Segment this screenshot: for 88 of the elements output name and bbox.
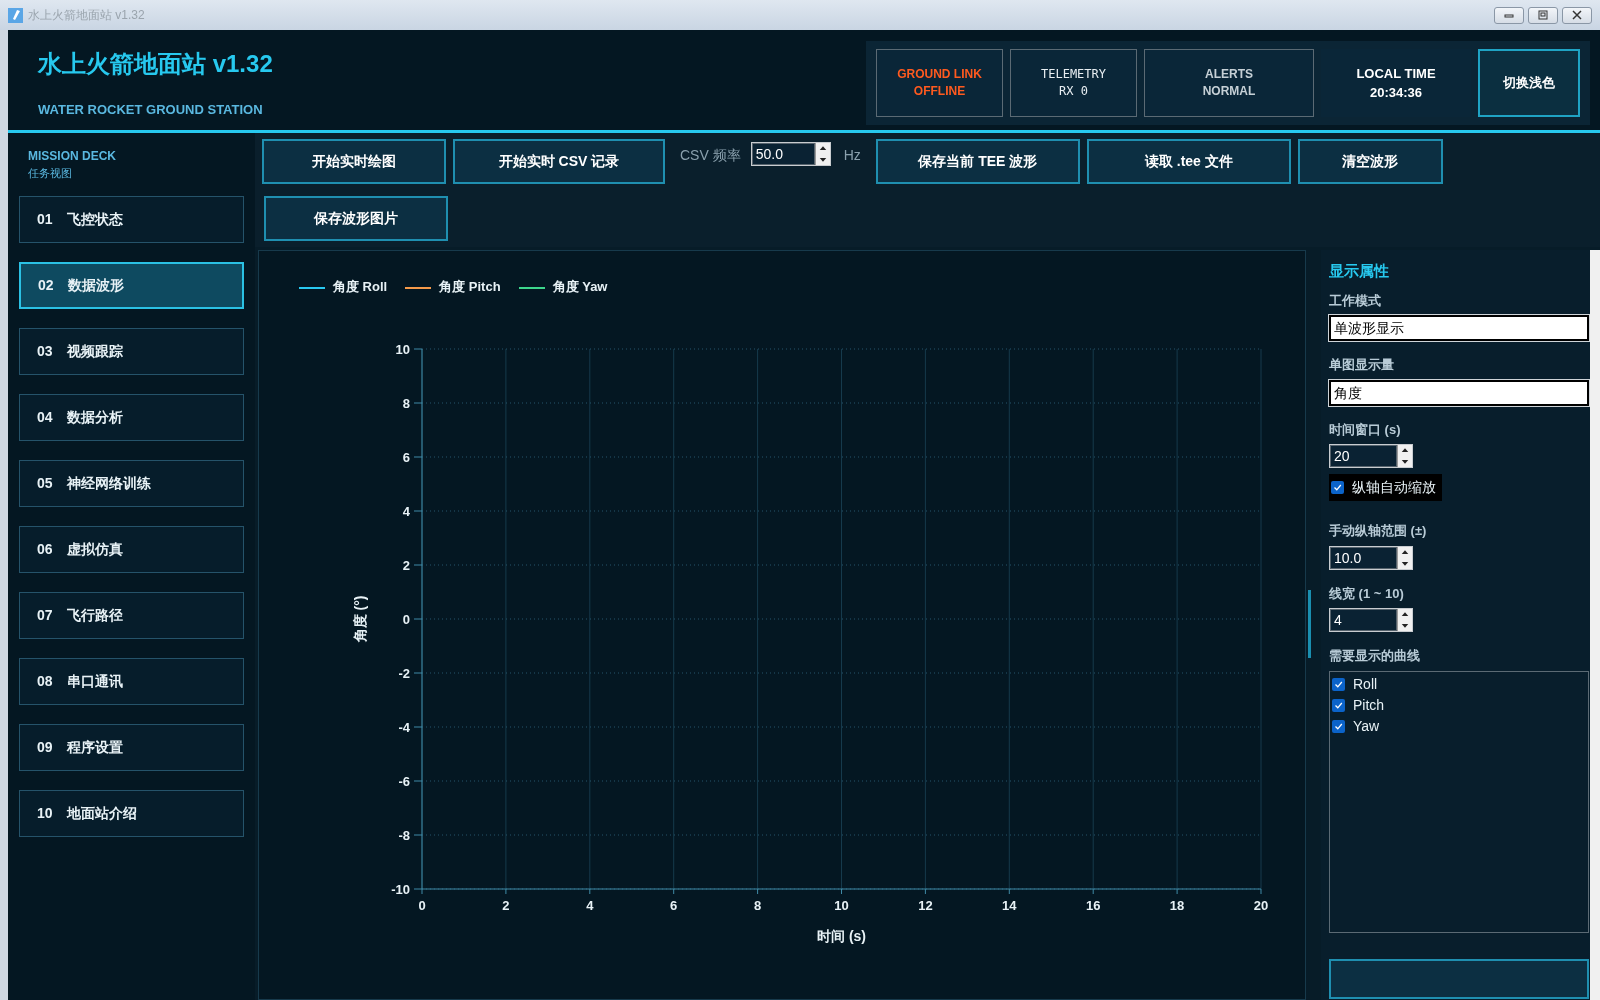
legend-label: 角度 Roll — [333, 279, 388, 294]
spin-field[interactable]: 10.0 — [1329, 545, 1413, 570]
maximize-icon — [1538, 10, 1548, 20]
status-label: GROUND LINK — [897, 66, 982, 83]
status-value: OFFLINE — [913, 83, 966, 100]
theme-toggle-button[interactable]: 切换浅色 — [1478, 49, 1580, 117]
sidebar-item[interactable]: 01 飞控状态 — [19, 195, 244, 243]
status-value: RX 0 — [1059, 83, 1088, 100]
toolbar-button[interactable]: 开始实时 CSV 记录 — [453, 139, 665, 184]
field-label: 时间窗口 (s) — [1329, 420, 1402, 439]
toolbar-button[interactable]: 读取 .tee 文件 — [1086, 139, 1291, 184]
spin-field[interactable]: 4 — [1329, 608, 1413, 632]
splitter-handle[interactable] — [1308, 589, 1311, 658]
status-value: NORMAL — [1202, 83, 1256, 100]
status-label: TELEMETRY — [1041, 66, 1106, 83]
x-tick-label: 16 — [1085, 898, 1101, 913]
x-tick-label: 6 — [670, 898, 678, 913]
y-tick-label: 8 — [402, 396, 410, 411]
y-tick-label: 4 — [402, 504, 410, 519]
sidebar-item[interactable]: 04 数据分析 — [19, 393, 244, 441]
checkbox-label: 纵轴自动缩放 — [1352, 478, 1436, 497]
app-icon — [8, 7, 23, 23]
sidebar-title: MISSION DECK — [27, 148, 117, 165]
x-tick-label: 8 — [754, 898, 762, 913]
sidebar-item[interactable]: 06 虚拟仿真 — [19, 525, 244, 573]
x-tick-label: 0 — [418, 898, 426, 913]
y-tick-label: 10 — [395, 342, 410, 357]
field-label: 单图显示量 — [1329, 356, 1395, 374]
sidebar-item[interactable]: 10 地面站介绍 — [19, 789, 244, 837]
scrollbar[interactable] — [1590, 250, 1600, 1000]
field-label: 工作模式 — [1329, 291, 1382, 310]
x-tick-label: 14 — [1002, 898, 1017, 913]
status-value: 20:34:36 — [1369, 84, 1422, 102]
x-tick-label: 10 — [834, 898, 849, 913]
checkbox[interactable] — [1332, 698, 1345, 712]
sidebar-item[interactable]: 09 程序设置 — [19, 723, 244, 771]
y-tick-label: -4 — [398, 720, 410, 735]
toolbar-button[interactable]: 保存当前 TEE 波形 — [875, 139, 1080, 184]
x-tick-label: 18 — [1169, 898, 1185, 913]
toolbar-button[interactable]: 保存波形图片 — [264, 196, 448, 241]
rate-unit: Hz — [843, 146, 861, 165]
rate-spin-field[interactable]: 50.0 — [750, 142, 831, 166]
list-item-label[interactable]: Pitch — [1353, 694, 1385, 716]
x-tick-label: 4 — [586, 898, 594, 913]
y-tick-label: 0 — [402, 612, 410, 627]
close-button[interactable] — [1562, 6, 1592, 24]
minimize-button[interactable] — [1494, 6, 1524, 24]
toolbar-button[interactable]: 清空波形 — [1297, 139, 1443, 184]
field-label: 手动纵轴范围 (±) — [1329, 522, 1428, 540]
y-tick-label: -8 — [398, 828, 410, 843]
x-tick-label: 12 — [918, 898, 933, 913]
y-axis-title: 角度 (°) — [352, 595, 368, 643]
toolbar-button[interactable]: 开始实时绘图 — [262, 139, 446, 184]
minimize-icon — [1504, 14, 1514, 18]
legend-label: 角度 Pitch — [439, 279, 501, 294]
sidebar-item[interactable]: 02 数据波形 — [19, 261, 244, 309]
x-axis-title: 时间 (s) — [817, 928, 866, 944]
sidebar-item[interactable]: 08 串口通讯 — [19, 657, 244, 705]
panel-title: 显示属性 — [1329, 261, 1390, 281]
status-label: ALERTS — [1205, 66, 1253, 83]
x-tick-label: 2 — [502, 898, 510, 913]
y-tick-label: 6 — [402, 450, 410, 465]
y-tick-label: -2 — [398, 666, 410, 681]
list-item-label[interactable]: Roll — [1353, 673, 1378, 695]
x-tick-label: 20 — [1253, 898, 1269, 913]
sidebar-subtitle: 任务视图 — [27, 166, 73, 181]
sidebar-item[interactable]: 03 视频跟踪 — [19, 327, 244, 375]
dropdown-field[interactable]: 角度 — [1329, 379, 1589, 406]
app-subtitle: WATER ROCKET GROUND STATION — [38, 101, 264, 119]
panel-button[interactable] — [1329, 958, 1589, 999]
checkbox[interactable] — [1332, 677, 1345, 691]
close-icon — [1572, 10, 1582, 20]
rate-label: CSV 频率 — [680, 146, 741, 165]
app-title: 水上火箭地面站 v1.32 — [38, 49, 273, 79]
field-label: 线宽 (1 ~ 10) — [1329, 584, 1405, 603]
field-label: 需要显示的曲线 — [1329, 647, 1421, 665]
sidebar-item[interactable]: 07 飞行路径 — [19, 591, 244, 639]
checkbox[interactable] — [1332, 719, 1345, 733]
sidebar-item[interactable]: 05 神经网络训练 — [19, 459, 244, 507]
status-label: LOCAL TIME — [1356, 65, 1436, 83]
spin-field[interactable]: 20 — [1329, 444, 1413, 468]
list-item-label[interactable]: Yaw — [1353, 715, 1380, 737]
dropdown-field[interactable]: 单波形显示 — [1329, 315, 1589, 341]
y-tick-label: 2 — [402, 558, 410, 573]
checkbox[interactable] — [1331, 481, 1344, 494]
y-tick-label: -10 — [391, 882, 410, 897]
y-tick-label: -6 — [398, 774, 410, 789]
legend-label: 角度 Yaw — [552, 279, 608, 294]
